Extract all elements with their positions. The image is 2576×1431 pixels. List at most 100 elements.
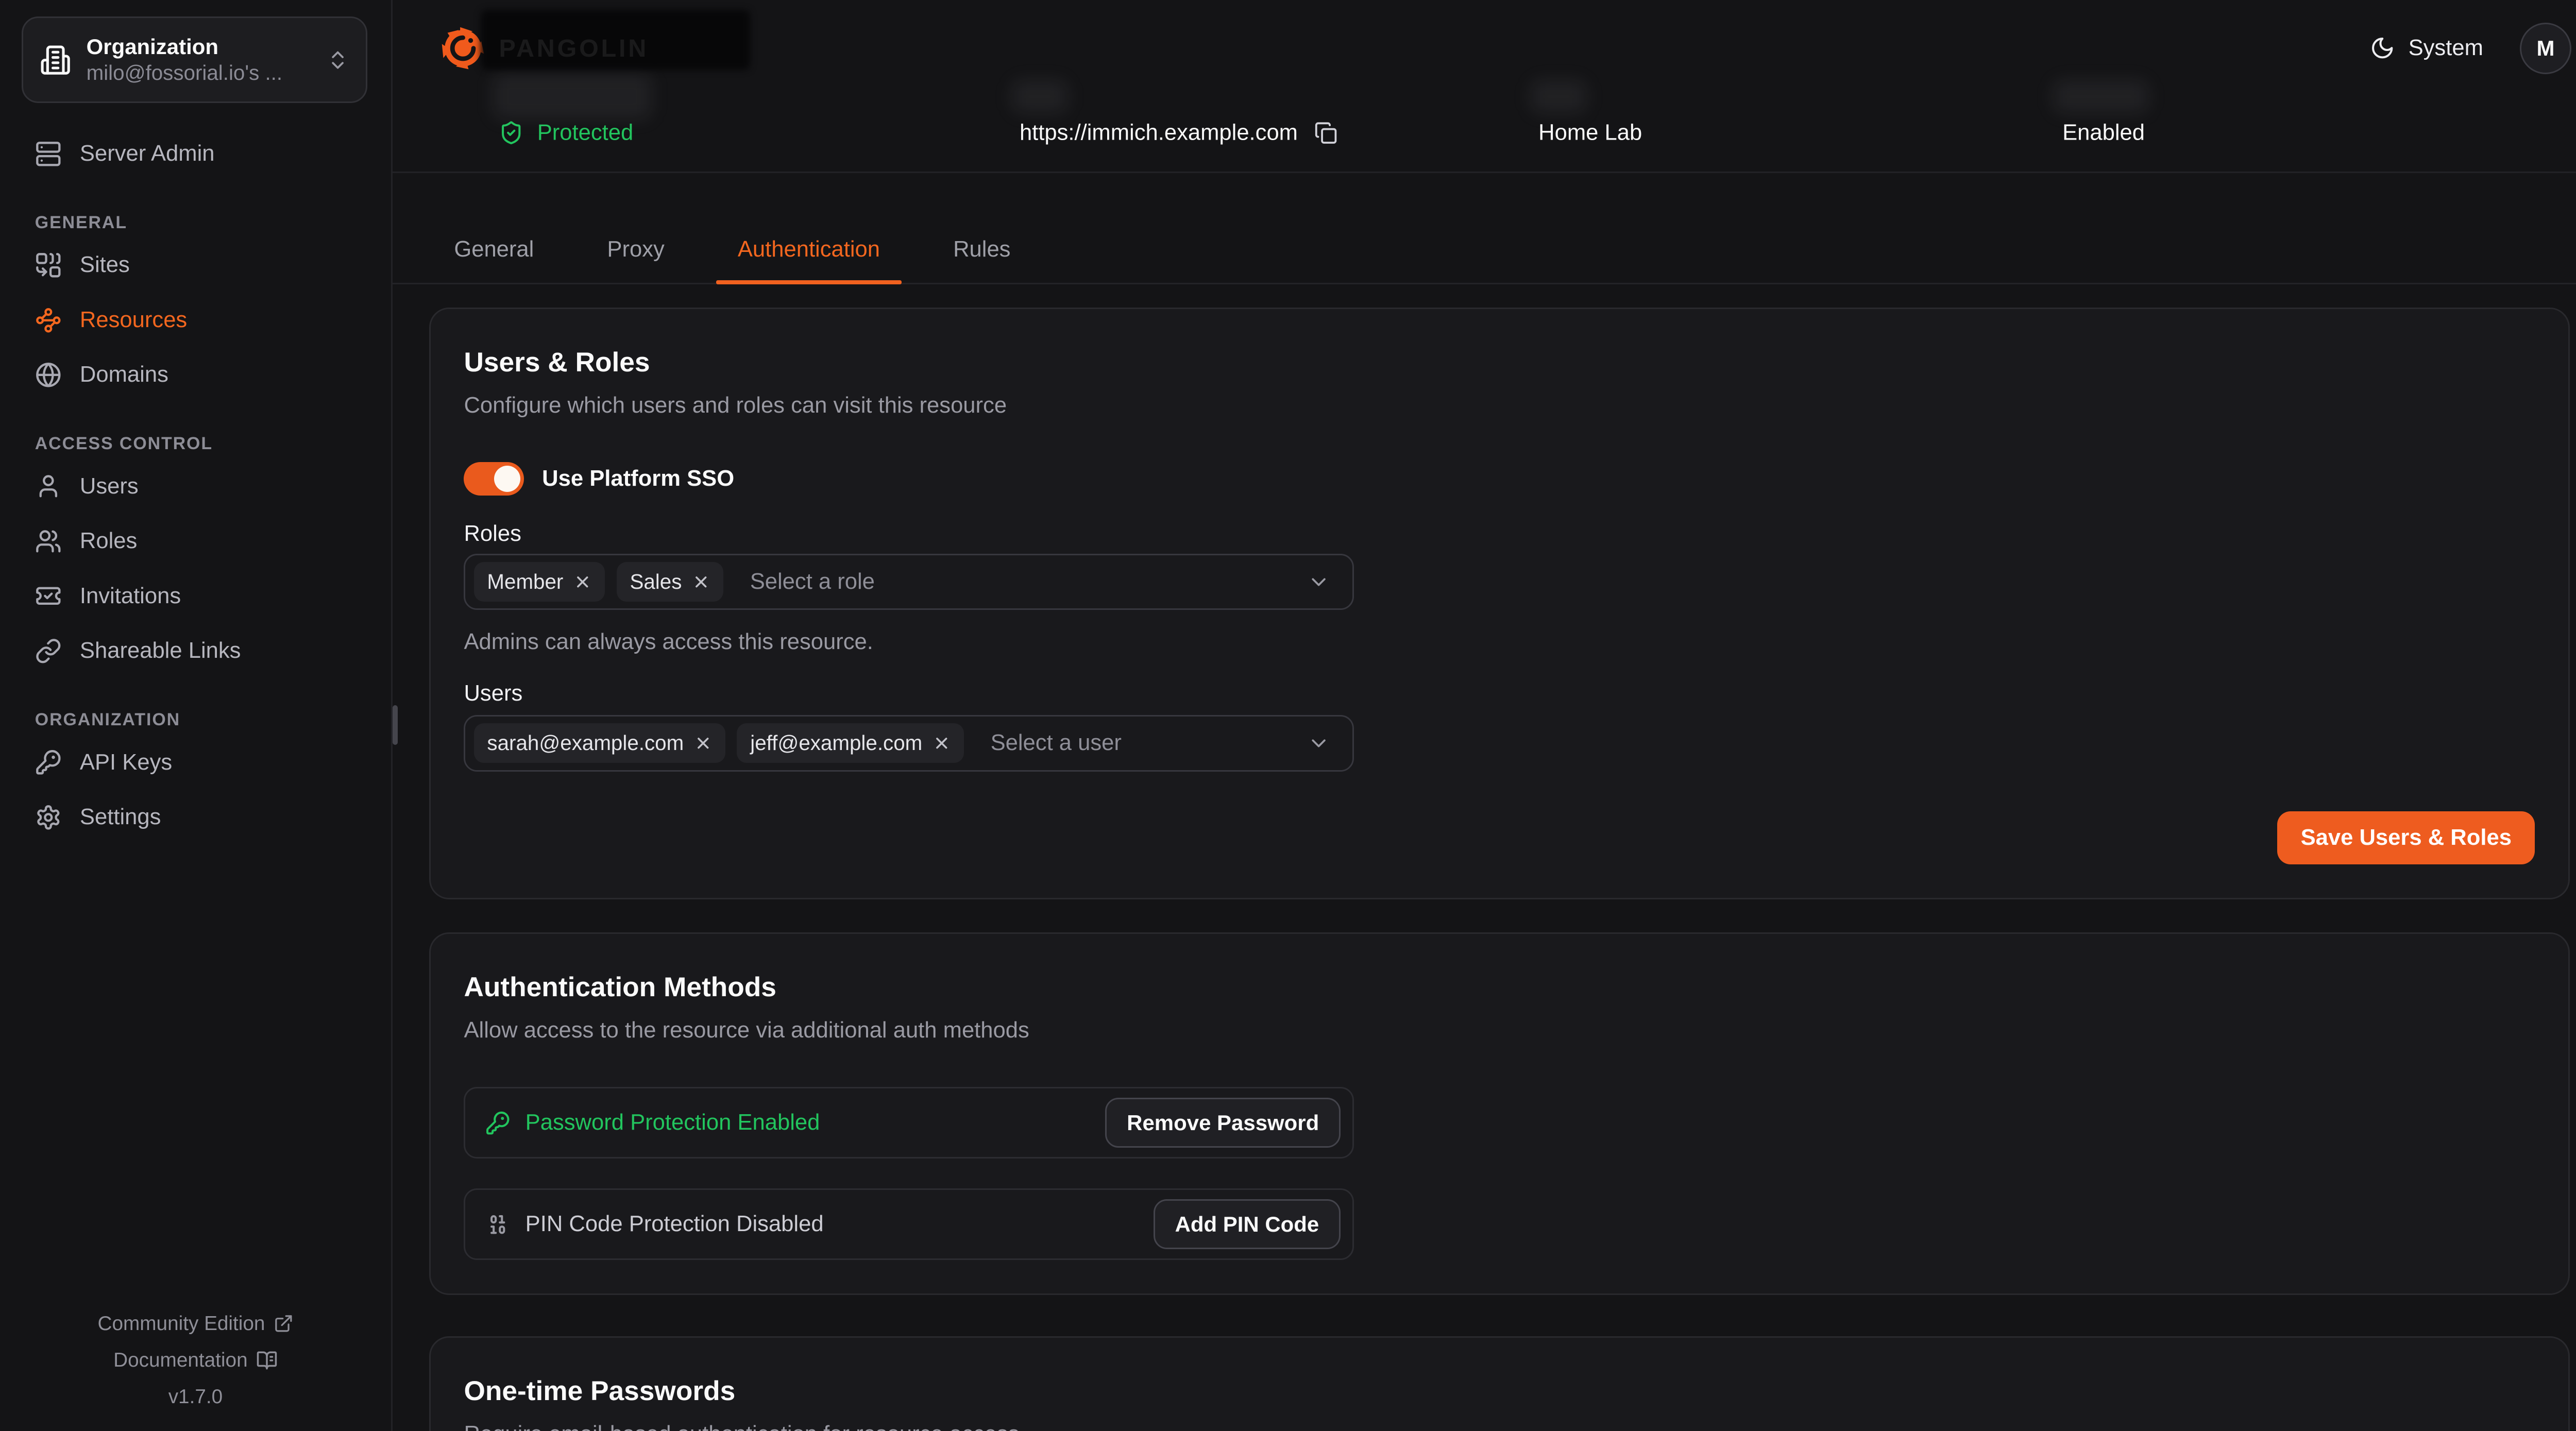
sidebar-section-organization: ORGANIZATION	[0, 705, 391, 735]
card-footer: Save Users & Roles	[464, 811, 2535, 864]
sidebar-item-label: Shareable Links	[80, 638, 241, 663]
tab-rules[interactable]: Rules	[928, 216, 1036, 283]
redacted-label	[2053, 80, 2149, 113]
toggle-knob	[494, 466, 521, 492]
ticket-check-icon	[35, 583, 62, 609]
pin-protection-row: PIN Code Protection Disabled Add PIN Cod…	[464, 1188, 1353, 1260]
redacted-label	[493, 73, 652, 120]
documentation-link[interactable]: Documentation	[0, 1342, 391, 1378]
sidebar-item-label: Server Admin	[80, 141, 215, 166]
community-edition-link[interactable]: Community Edition	[0, 1305, 391, 1342]
user-chip-label: jeff@example.com	[750, 731, 922, 755]
resource-tabs: General Proxy Authentication Rules	[393, 173, 2576, 284]
sso-toggle-row: Use Platform SSO	[464, 462, 2535, 496]
sidebar-section-general: GENERAL	[0, 208, 391, 238]
org-switcher-texts: Organization milo@fossorial.io's ...	[87, 33, 311, 87]
roles-multiselect[interactable]: Member Sales Select a role	[464, 554, 1353, 610]
admins-note: Admins can always access this resource.	[464, 627, 2535, 657]
resource-status: Protected	[499, 121, 633, 146]
resource-site: Home Lab	[1538, 121, 1642, 146]
binary-icon	[485, 1212, 510, 1237]
sidebar-item-label: Settings	[80, 805, 161, 830]
user-chip-label: sarah@example.com	[487, 731, 684, 755]
role-chip-label: Member	[487, 570, 563, 594]
sidebar-item-users[interactable]: Users	[0, 459, 391, 514]
users-icon	[35, 528, 62, 555]
password-protection-label: Password Protection Enabled	[526, 1110, 820, 1135]
copy-icon[interactable]	[1314, 121, 1337, 144]
sidebar-item-server-admin[interactable]: Server Admin	[0, 126, 391, 181]
x-icon[interactable]	[933, 734, 951, 753]
theme-label: System	[2409, 36, 2483, 61]
add-pin-code-button[interactable]: Add PIN Code	[1154, 1199, 1341, 1249]
tab-authentication[interactable]: Authentication	[713, 216, 905, 283]
x-icon[interactable]	[573, 573, 592, 591]
password-protection-row: Password Protection Enabled Remove Passw…	[464, 1087, 1353, 1159]
pangolin-logo-icon	[440, 26, 485, 71]
sidebar-item-roles[interactable]: Roles	[0, 514, 391, 569]
documentation-label: Documentation	[113, 1342, 247, 1378]
roles-field-label: Roles	[464, 519, 2535, 549]
org-switcher-value: milo@fossorial.io's ...	[87, 60, 311, 87]
tab-proxy[interactable]: Proxy	[582, 216, 689, 283]
sidebar: Organization milo@fossorial.io's ... Ser…	[0, 0, 393, 1431]
redacted-label	[1530, 80, 1587, 113]
users-roles-card: Users & Roles Configure which users and …	[429, 308, 2570, 899]
key-round-icon	[35, 749, 62, 776]
sidebar-scrollbar-thumb[interactable]	[393, 705, 398, 745]
sidebar-nav: Server Admin GENERAL Sites Resources Dom	[0, 126, 391, 845]
app-window: Organization milo@fossorial.io's ... Ser…	[0, 0, 2576, 1431]
book-open-icon	[256, 1350, 278, 1371]
resource-enabled: Enabled	[2062, 121, 2145, 146]
sidebar-section-access-control: ACCESS CONTROL	[0, 429, 391, 459]
waypoints-icon	[35, 307, 62, 334]
sidebar-item-sites[interactable]: Sites	[0, 238, 391, 293]
sidebar-item-resources[interactable]: Resources	[0, 293, 391, 348]
chevrons-up-down-icon	[326, 48, 349, 72]
auth-methods-card: Authentication Methods Allow access to t…	[429, 932, 2570, 1294]
avatar[interactable]: M	[2520, 23, 2571, 74]
tab-general[interactable]: General	[429, 216, 559, 283]
chevron-down-icon	[1307, 731, 1330, 755]
card-title: One-time Passwords	[464, 1371, 2535, 1411]
roles-placeholder: Select a role	[750, 569, 875, 594]
user-chip: sarah@example.com	[474, 723, 725, 763]
x-icon[interactable]	[694, 734, 713, 753]
role-chip: Sales	[617, 562, 723, 602]
redacted-resource-title	[481, 10, 750, 70]
role-chip-label: Sales	[630, 570, 682, 594]
sidebar-item-settings[interactable]: Settings	[0, 790, 391, 845]
moon-icon	[2370, 36, 2395, 60]
user-chip: jeff@example.com	[737, 723, 963, 763]
app-version: v1.7.0	[0, 1378, 391, 1415]
sidebar-footer: Community Edition Documentation v1.7.0	[0, 1305, 391, 1415]
save-users-roles-button[interactable]: Save Users & Roles	[2277, 811, 2535, 864]
org-switcher[interactable]: Organization milo@fossorial.io's ...	[22, 16, 367, 103]
sidebar-item-shareable-links[interactable]: Shareable Links	[0, 624, 391, 679]
server-icon	[35, 141, 62, 167]
sidebar-item-label: Domains	[80, 362, 168, 387]
tab-content: Users & Roles Configure which users and …	[393, 308, 2576, 1431]
platform-sso-toggle[interactable]	[464, 462, 523, 496]
pin-protection-label: PIN Code Protection Disabled	[526, 1212, 824, 1237]
resource-info-strip: Protected https://immich.example.com Hom…	[393, 96, 2576, 173]
org-switcher-label: Organization	[87, 33, 311, 60]
users-multiselect[interactable]: sarah@example.com jeff@example.com Selec…	[464, 715, 1353, 772]
shield-check-icon	[499, 121, 523, 145]
theme-toggle[interactable]: System	[2370, 36, 2483, 61]
globe-icon	[35, 362, 62, 388]
key-round-icon	[485, 1111, 510, 1135]
sidebar-item-invitations[interactable]: Invitations	[0, 569, 391, 624]
sidebar-item-api-keys[interactable]: API Keys	[0, 735, 391, 790]
topbar-right: System M	[2370, 23, 2571, 74]
main-area: PANGOLIN System M Protected htt	[393, 0, 2576, 1431]
card-title: Authentication Methods	[464, 967, 2535, 1007]
remove-password-button[interactable]: Remove Password	[1105, 1098, 1341, 1148]
sidebar-item-label: Invitations	[80, 584, 181, 609]
pin-protection-status: PIN Code Protection Disabled	[485, 1212, 823, 1237]
sidebar-item-domains[interactable]: Domains	[0, 348, 391, 403]
x-icon[interactable]	[692, 573, 710, 591]
building-icon	[40, 44, 71, 76]
sidebar-item-label: API Keys	[80, 750, 172, 775]
sidebar-item-label: Sites	[80, 252, 130, 278]
